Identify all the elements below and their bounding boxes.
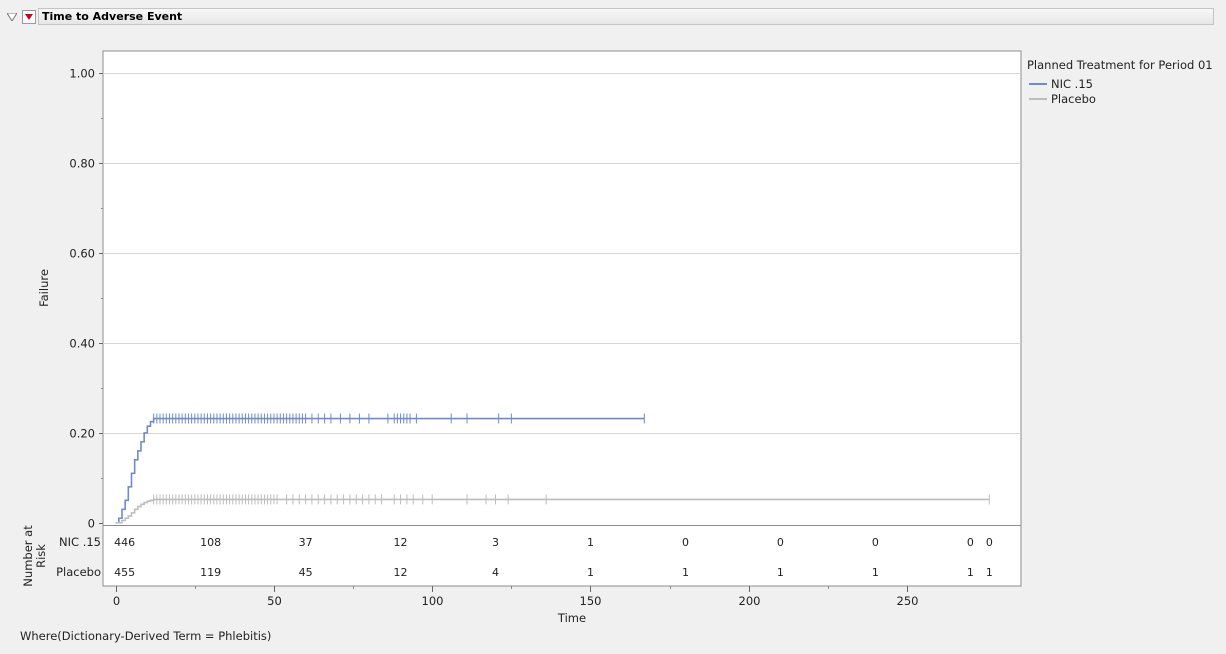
at-risk-count: 1: [872, 566, 879, 579]
at-risk-count: 455: [114, 566, 135, 579]
at-risk-count: 12: [394, 536, 408, 549]
y-tick-label: 0: [88, 517, 95, 531]
at-risk-title: Number atRisk: [21, 525, 48, 587]
legend-item-placebo[interactable]: Placebo: [1029, 91, 1213, 106]
at-risk-count: 0: [986, 536, 993, 549]
at-risk-count: 0: [777, 536, 784, 549]
legend-swatch-placebo: [1029, 97, 1047, 100]
legend-title: Planned Treatment for Period 01: [1027, 58, 1213, 72]
at-risk-count: 108: [200, 536, 221, 549]
y-axis-label: Failure: [37, 269, 51, 307]
x-tick-label: 250: [897, 594, 919, 608]
at-risk-count: 0: [872, 536, 879, 549]
at-risk-count: 0: [682, 536, 689, 549]
at-risk-count: 3: [492, 536, 499, 549]
y-tick-label: 0.80: [69, 157, 95, 171]
at-risk-count: 0: [967, 536, 974, 549]
y-tick-label: 1.00: [69, 67, 95, 81]
x-tick-label: 200: [739, 594, 761, 608]
at-risk-row-label: NIC .15: [59, 535, 101, 549]
at-risk-count: 45: [299, 566, 313, 579]
legend-label-placebo: Placebo: [1051, 91, 1096, 106]
at-risk-count: 4: [492, 566, 499, 579]
at-risk-count: 37: [299, 536, 313, 549]
x-tick-label: 50: [267, 594, 282, 608]
at-risk-count: 1: [777, 566, 784, 579]
y-tick-label: 0.40: [69, 337, 95, 351]
at-risk-count: 12: [394, 566, 408, 579]
legend-swatch-nic: [1029, 82, 1047, 85]
at-risk-count: 1: [682, 566, 689, 579]
where-clause-footnote: Where(Dictionary-Derived Term = Phlebiti…: [20, 629, 272, 643]
y-tick-label: 0.60: [69, 247, 95, 261]
at-risk-count: 1: [587, 536, 594, 549]
legend-label-nic: NIC .15: [1051, 76, 1093, 91]
legend: Planned Treatment for Period 01 NIC .15 …: [1027, 58, 1213, 106]
legend-item-nic[interactable]: NIC .15: [1029, 76, 1213, 91]
plot-frame: [102, 50, 1022, 587]
x-tick-label: 0: [113, 594, 120, 608]
at-risk-count: 1: [967, 566, 974, 579]
x-axis-label: Time: [557, 611, 586, 625]
x-tick-label: 150: [580, 594, 602, 608]
at-risk-count: 119: [200, 566, 221, 579]
y-tick-label: 0.20: [69, 427, 95, 441]
at-risk-count: 1: [986, 566, 993, 579]
at-risk-row-label: Placebo: [56, 565, 101, 579]
at-risk-count: 446: [114, 536, 135, 549]
at-risk-count: 1: [587, 566, 594, 579]
x-tick-label: 100: [422, 594, 444, 608]
